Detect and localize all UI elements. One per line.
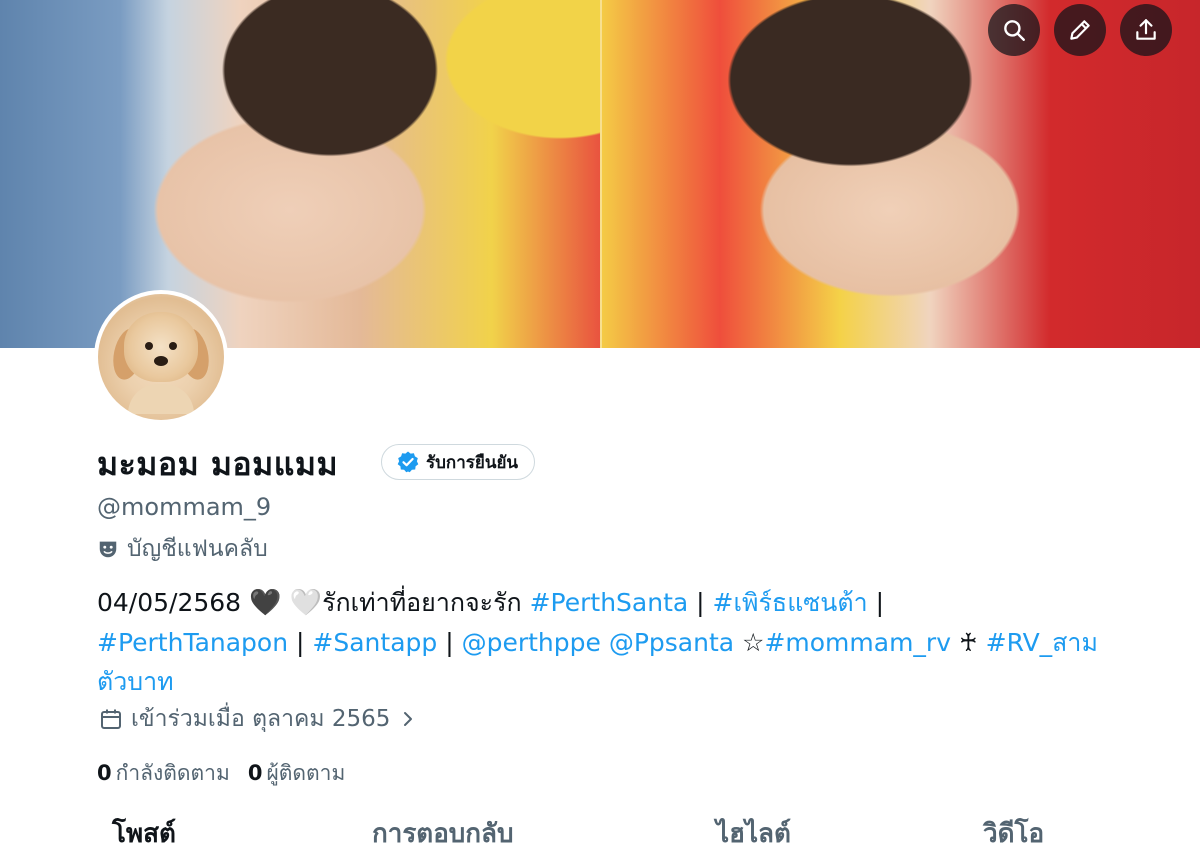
followers-count: 0 [247,761,263,785]
bio-separator: | [437,628,462,657]
tab-posts[interactable]: โพสต์ [112,814,176,854]
dog-nose [154,356,168,366]
follow-stats: 0 กำลังติดตาม 0 ผู้ติดตาม [97,757,345,789]
mention-link[interactable]: @perthppe [462,628,601,657]
display-name: มะมอม มอมแมม [97,445,339,483]
banner-image-left [0,0,600,348]
bio-date: 04/05/2568 [97,588,242,617]
dog-eye [169,342,177,350]
verified-icon [397,451,419,473]
hashtag-link[interactable]: #PerthSanta [530,588,689,617]
bio-text: รักเท่าที่อยากจะรัก [322,588,522,617]
following-label: กำลังติดตาม [115,761,230,785]
chevron-right-icon [404,712,413,726]
search-button[interactable] [988,4,1040,56]
avatar[interactable] [94,290,228,424]
user-handle: @mommam_9 [97,493,272,521]
dog-eye [145,342,153,350]
hashtag-link[interactable]: #เพิร์ธแซนต้า [713,588,868,617]
hashtag-link[interactable]: #Santapp [312,628,437,657]
banner-divider [600,0,602,348]
following-stat[interactable]: 0 กำลังติดตาม [97,757,230,789]
followers-label: ผู้ติดตาม [266,761,346,785]
hashtag-link[interactable]: #PerthTanapon [97,628,288,657]
dog-paws [128,384,194,414]
search-icon [1004,20,1025,41]
bio-star: ☆ [734,628,765,657]
calendar-icon [101,709,121,729]
edit-button[interactable] [1054,4,1106,56]
theater-mask-icon [99,541,117,558]
following-count: 0 [97,761,112,785]
hashtag-link[interactable]: #mommam_rv [764,628,951,657]
bio-hearts: 🖤 🤍 [249,588,323,618]
followers-stat[interactable]: 0 ผู้ติดตาม [248,757,345,789]
share-icon [1136,19,1156,40]
tab-videos[interactable]: วิดีโอ [983,814,1044,854]
dog-head [124,312,198,382]
affiliation-label: บัญชีแฟนคลับ [127,536,268,562]
verified-label: รับการยืนยัน [426,452,519,473]
verified-badge[interactable]: รับการยืนยัน [381,444,536,480]
share-button[interactable] [1120,4,1172,56]
tab-replies[interactable]: การตอบกลับ [372,814,514,854]
tab-highlights[interactable]: ไฮไลต์ [716,814,791,854]
mention-link[interactable]: @Ppsanta [609,628,734,657]
profile-bio: 04/05/2568 🖤 🤍รักเท่าที่อยากจะรัก #Perth… [97,583,1107,701]
affiliation-row[interactable]: บัญชีแฟนคลับ [97,532,268,566]
bio-cross: ♰ [951,628,986,657]
profile-tabs: โพสต์ การตอบกลับ ไฮไลต์ วิดีโอ [0,808,1200,849]
joined-date: เข้าร่วมเมื่อ ตุลาคม 2565 [131,706,391,732]
pencil-icon [1070,20,1090,40]
bio-separator: | [688,588,713,617]
joined-row[interactable]: เข้าร่วมเมื่อ ตุลาคม 2565 [99,702,416,736]
banner-image-right [600,0,1200,348]
bio-separator: | [288,628,313,657]
avatar-image [98,294,224,420]
bio-separator: | [867,588,885,617]
